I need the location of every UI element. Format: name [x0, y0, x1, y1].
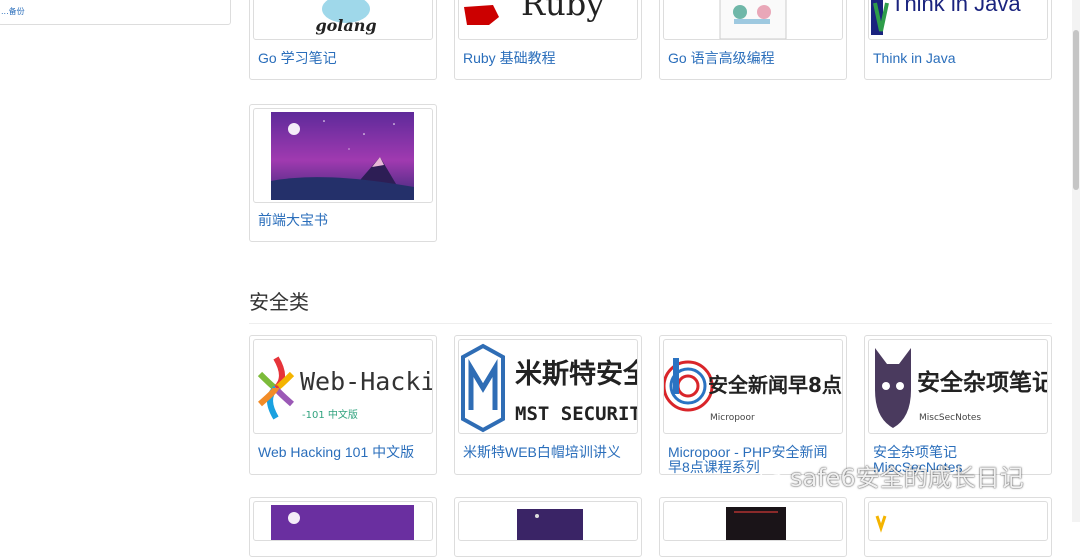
- sidebar-item[interactable]: ...备份: [0, 0, 231, 25]
- mst-logo-text: 米斯特安全: [515, 358, 638, 390]
- book-card-web-hacking[interactable]: Web-Hacking -101 中文版 Web Hacking 101 中文版: [249, 335, 437, 475]
- book-title[interactable]: Go 语言高级编程: [668, 51, 775, 66]
- misc-logo-text: 安全杂项笔记: [917, 369, 1048, 396]
- java-cover-text: Think in Java: [891, 0, 1021, 16]
- book-title[interactable]: 米斯特WEB白帽培训讲义: [463, 445, 621, 460]
- book-card-frontend[interactable]: 前端大宝书: [249, 104, 437, 242]
- web-hacking-logo-text: Web-Hacking: [300, 367, 433, 396]
- book-cover[interactable]: [663, 0, 843, 40]
- web-hacking-logo-subtext: -101 中文版: [302, 408, 358, 421]
- micropoor-logo-subtext: Micropoor: [710, 413, 755, 423]
- golang-logo-text: golang: [315, 16, 376, 35]
- section-divider: [249, 323, 1052, 324]
- web-hacking-logo: Web-Hacking -101 中文版: [257, 356, 433, 421]
- book-title[interactable]: Think in Java: [873, 51, 955, 66]
- book-cover[interactable]: Ruby: [458, 0, 638, 40]
- book-cover[interactable]: [253, 501, 433, 541]
- book-cover[interactable]: [868, 501, 1048, 541]
- night-landscape-cover: [271, 112, 414, 200]
- micropoor-logo: 安全新闻早8点 Micropoor: [664, 358, 842, 423]
- book-card-go-notes[interactable]: golang Go 学习笔记: [249, 0, 437, 80]
- go-advanced-cover-art: [719, 0, 787, 39]
- think-in-java-cover: Think in Java: [871, 0, 1021, 35]
- book-card-think-in-java[interactable]: Think in Java Think in Java: [864, 0, 1052, 80]
- golang-logo: golang: [315, 0, 377, 35]
- book-card-go-advanced[interactable]: Go 语言高级编程: [659, 0, 847, 80]
- book-card-partial[interactable]: [454, 497, 642, 557]
- book-cover[interactable]: 安全杂项笔记 MiscSecNotes: [868, 339, 1048, 434]
- book-card-micropoor[interactable]: 安全新闻早8点 Micropoor Micropoor - PHP安全新闻 早8…: [659, 335, 847, 475]
- book-title[interactable]: Ruby 基础教程: [463, 51, 556, 66]
- book-card-ruby[interactable]: Ruby Ruby 基础教程: [454, 0, 642, 80]
- mst-logo-subtext: MST SECURITY: [515, 403, 638, 425]
- book-title-line-2[interactable]: 早8点课程系列: [668, 460, 760, 475]
- mst-security-logo: 米斯特安全 MST SECURITY: [461, 343, 638, 433]
- book-cover[interactable]: [663, 501, 843, 541]
- book-title[interactable]: Go 学习笔记: [258, 51, 337, 66]
- book-cover[interactable]: [253, 108, 433, 203]
- ruby-logo: Ruby: [464, 0, 604, 25]
- misc-sec-notes-logo: 安全杂项笔记 MiscSecNotes: [875, 348, 1048, 428]
- book-cover[interactable]: golang: [253, 0, 433, 40]
- watermark-text: safe6安全的成长日记: [790, 464, 1024, 492]
- book-card-misc-sec-notes[interactable]: 安全杂项笔记 MiscSecNotes 安全杂项笔记 MiscSecNotes: [864, 335, 1052, 475]
- book-cover[interactable]: [458, 501, 638, 541]
- book-card-partial[interactable]: [659, 497, 847, 557]
- sidebar-item-label: ...备份: [1, 7, 25, 16]
- ruby-logo-text: Ruby: [521, 0, 604, 23]
- book-cover[interactable]: 米斯特安全 MST SECURITY: [458, 339, 638, 434]
- micropoor-logo-text: 安全新闻早8点: [708, 373, 842, 397]
- book-cover[interactable]: Think in Java: [868, 0, 1048, 40]
- scrollbar-thumb[interactable]: [1073, 30, 1079, 190]
- book-title[interactable]: Web Hacking 101 中文版: [258, 445, 414, 460]
- wechat-icon: [760, 468, 786, 488]
- book-title[interactable]: 前端大宝书: [258, 213, 328, 228]
- watermark: safe6安全的成长日记: [760, 458, 1024, 493]
- book-card-partial[interactable]: [249, 497, 437, 557]
- book-card-mst-security[interactable]: 米斯特安全 MST SECURITY 米斯特WEB白帽培训讲义: [454, 335, 642, 475]
- book-cover[interactable]: 安全新闻早8点 Micropoor: [663, 339, 843, 434]
- book-card-partial[interactable]: [864, 497, 1052, 557]
- misc-logo-subtext: MiscSecNotes: [919, 413, 981, 423]
- page-scrollbar[interactable]: [1072, 0, 1080, 522]
- book-cover[interactable]: Web-Hacking -101 中文版: [253, 339, 433, 434]
- section-title: 安全类: [249, 290, 309, 314]
